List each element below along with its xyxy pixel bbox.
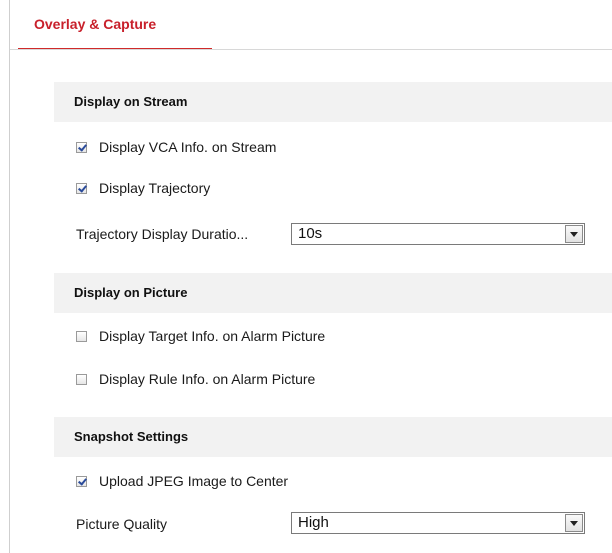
vca-info-option[interactable]: Display VCA Info. on Stream — [76, 137, 276, 157]
upload-jpeg-checkbox[interactable] — [76, 475, 87, 487]
rule-info-option[interactable]: Display Rule Info. on Alarm Picture — [76, 369, 315, 389]
section-header-picture: Display on Picture — [54, 273, 612, 313]
target-info-checkbox[interactable] — [76, 330, 87, 342]
upload-jpeg-option[interactable]: Upload JPEG Image to Center — [76, 471, 288, 491]
section-title-snapshot: Snapshot Settings — [74, 429, 189, 444]
trajectory-duration-value: 10s — [298, 225, 323, 242]
trajectory-checkbox[interactable] — [76, 182, 87, 194]
vca-info-label: Display VCA Info. on Stream — [99, 139, 277, 155]
tab-divider — [10, 49, 612, 50]
vca-info-checkbox[interactable] — [76, 141, 87, 153]
picture-quality-label: Picture Quality — [76, 516, 168, 532]
section-title-picture: Display on Picture — [74, 285, 188, 300]
picture-quality-select[interactable]: High — [291, 512, 585, 534]
rule-info-checkbox[interactable] — [76, 373, 87, 385]
trajectory-duration-label: Trajectory Display Duratio... — [76, 226, 249, 242]
upload-jpeg-label: Upload JPEG Image to Center — [99, 473, 289, 489]
tab-label: Overlay & Capture — [34, 16, 157, 32]
left-border — [9, 0, 10, 553]
trajectory-option[interactable]: Display Trajectory — [76, 178, 210, 198]
trajectory-duration-select[interactable]: 10s — [291, 223, 585, 245]
rule-info-label: Display Rule Info. on Alarm Picture — [99, 371, 316, 387]
tab-overlay-capture[interactable]: Overlay & Capture — [18, 0, 212, 50]
target-info-label: Display Target Info. on Alarm Picture — [99, 328, 326, 344]
trajectory-label: Display Trajectory — [99, 180, 211, 196]
picture-quality-value: High — [298, 514, 329, 531]
chevron-down-icon[interactable] — [565, 514, 583, 532]
tab-bar: Overlay & Capture — [10, 0, 612, 50]
section-header-stream: Display on Stream — [54, 82, 612, 122]
target-info-option[interactable]: Display Target Info. on Alarm Picture — [76, 326, 325, 346]
section-header-snapshot: Snapshot Settings — [54, 417, 612, 457]
section-title-stream: Display on Stream — [74, 94, 188, 109]
chevron-down-icon[interactable] — [565, 225, 583, 243]
